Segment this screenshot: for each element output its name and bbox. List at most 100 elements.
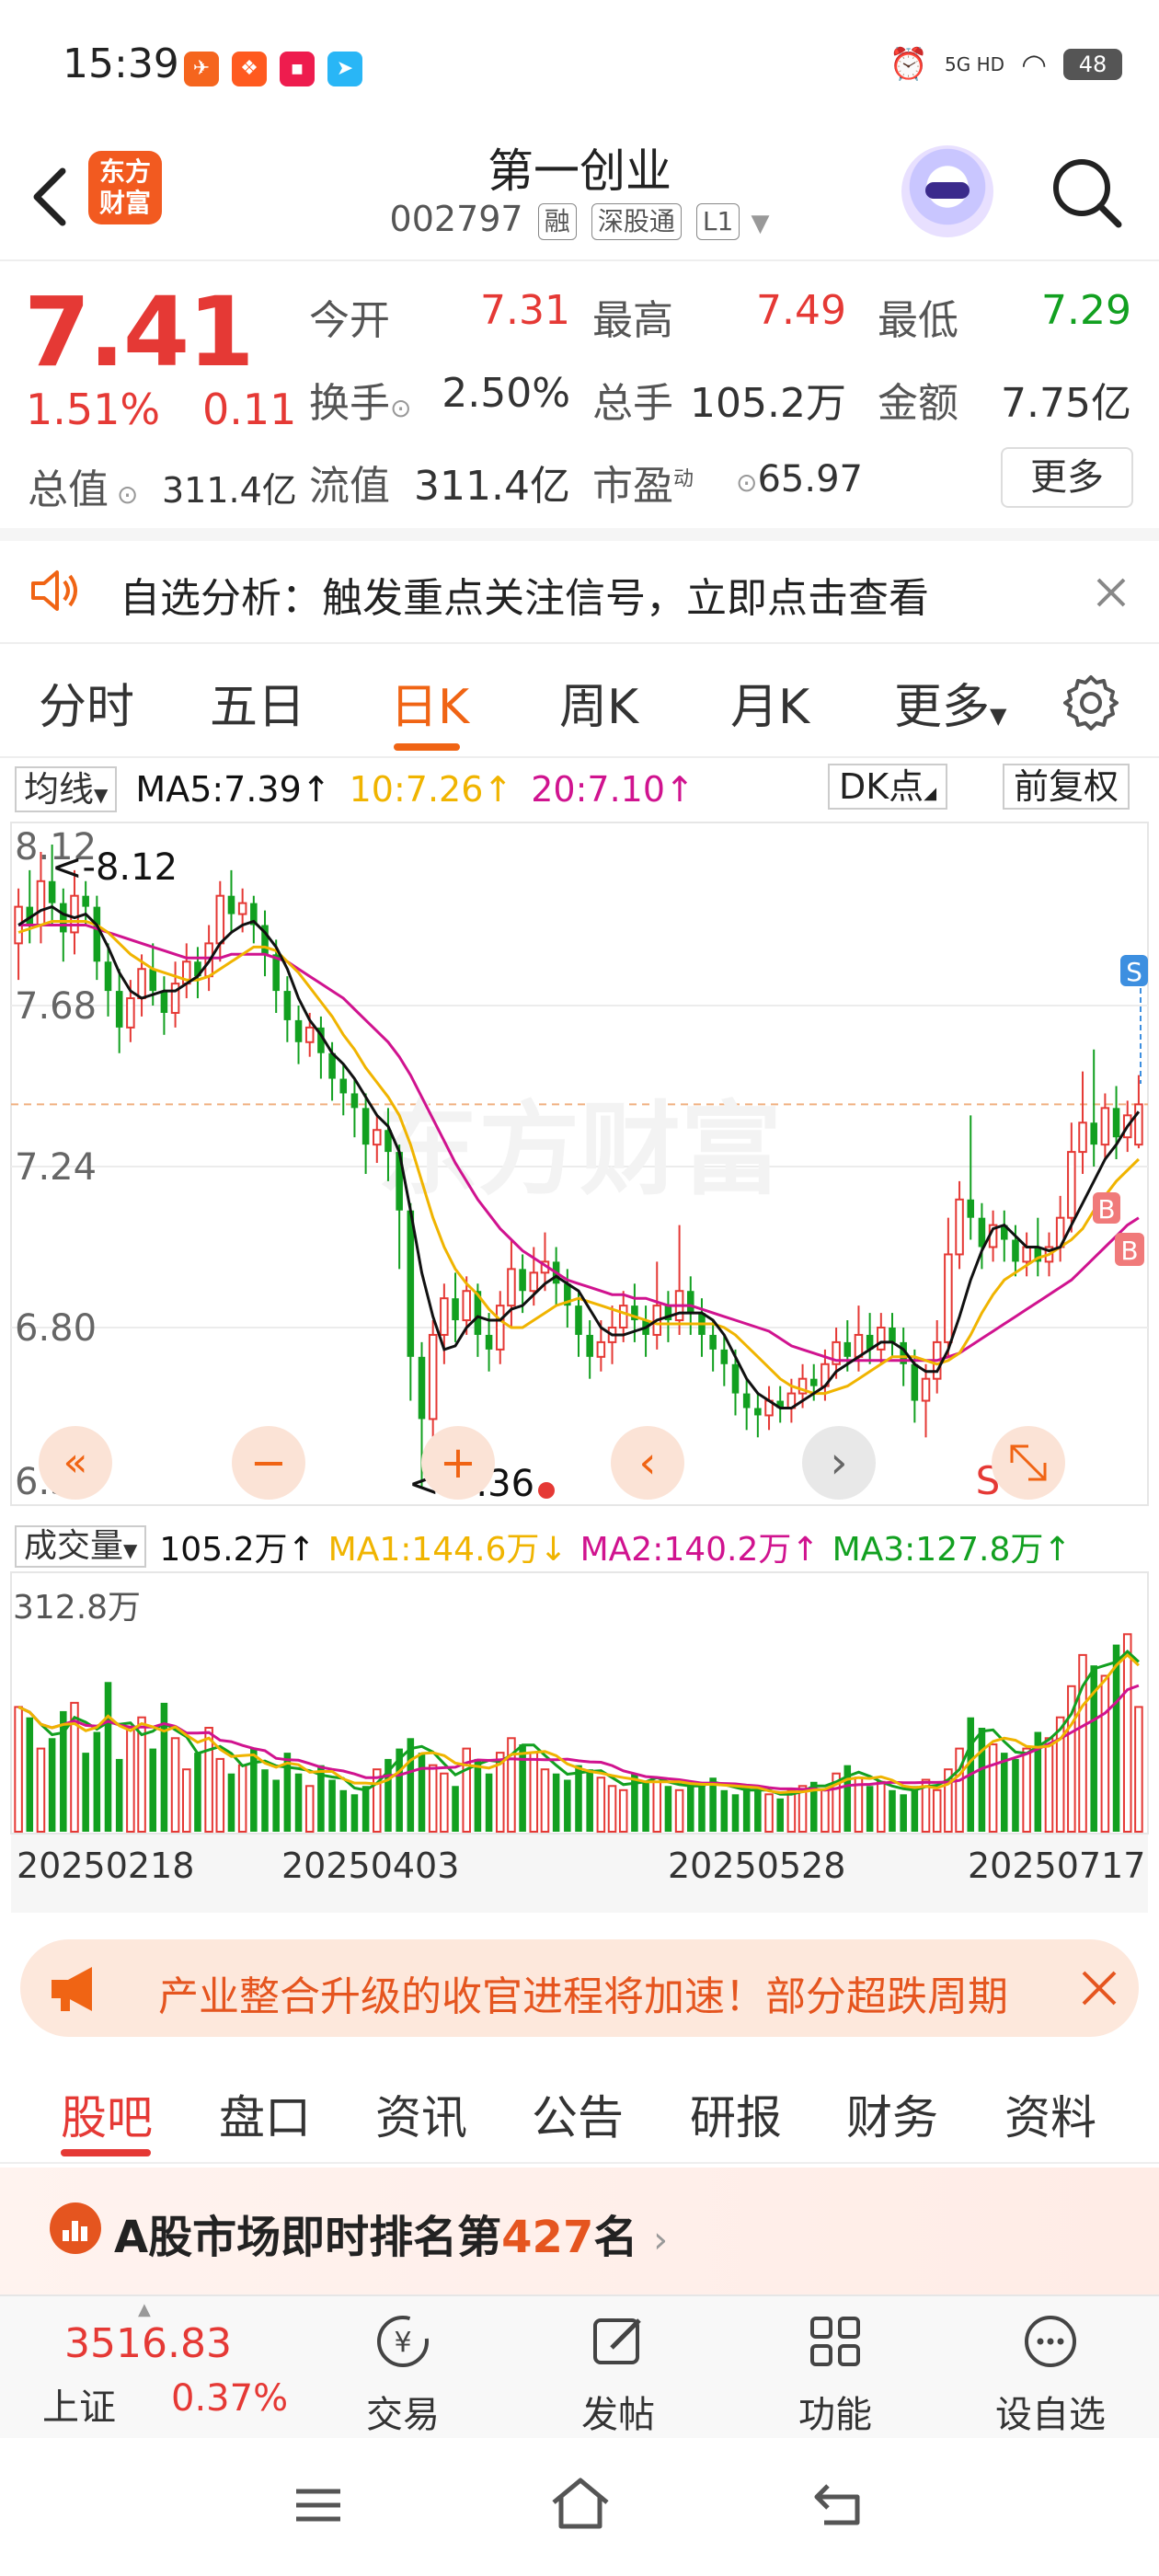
menu-icon[interactable] — [291, 2482, 346, 2528]
watermark-text: 东方财富 — [377, 1091, 782, 1209]
tab-forum[interactable]: 股吧 — [61, 2081, 153, 2147]
post-button[interactable]: 发帖 — [554, 2309, 683, 2438]
add-watchlist-button[interactable]: 设自选 — [986, 2309, 1115, 2438]
total-value: 311.4亿 — [162, 470, 297, 511]
status-time: 15:39 — [63, 40, 179, 87]
watermark: 东方财富 — [377, 1091, 782, 1209]
signal-b2: B — [1115, 1233, 1144, 1266]
scroll-left-fast-button[interactable]: « — [39, 1426, 112, 1500]
alert-bar[interactable]: 自选分析：触发重点关注信号，立即点击查看 — [0, 541, 1159, 642]
volume-row: 成交量▼ 105.2万↑ MA1:144.6万↓ MA2:140.2万↑ MA3… — [15, 1524, 1072, 1570]
tab-announcements[interactable]: 公告 — [532, 2081, 624, 2147]
volume-bar — [328, 1779, 336, 1832]
amount-label: 金额 — [878, 380, 958, 427]
volume-selector-label: 成交量 — [24, 1527, 124, 1565]
candle-body — [304, 1026, 315, 1043]
rank-section[interactable]: A股市场即时排名第427名 › — [0, 2168, 1159, 2296]
tab-monthly-k[interactable]: 月K — [730, 668, 809, 737]
candle-body — [843, 1341, 852, 1357]
volume-bar — [294, 1773, 303, 1832]
info-icon[interactable]: ⊙ — [736, 467, 757, 498]
info-icon[interactable]: ⊙ — [390, 393, 411, 423]
zoom-in-button[interactable]: + — [421, 1426, 495, 1500]
promo-banner[interactable]: 产业整合升级的收官进程将加速！部分超跌周期 — [20, 1939, 1139, 2037]
dropdown-caret-icon[interactable]: ▼ — [751, 210, 769, 237]
low-label: 最低 — [878, 297, 958, 344]
total-value-label-text: 总值 — [28, 466, 109, 513]
alert-text[interactable]: 自选分析：触发重点关注信号，立即点击查看 — [120, 565, 929, 624]
volume-bar — [552, 1773, 560, 1832]
dropdown-caret-icon: ▼ — [123, 1539, 138, 1561]
trade-button[interactable]: ¥ 交易 — [339, 2309, 467, 2438]
candle-body — [237, 902, 247, 915]
index-percent[interactable]: 0.37% — [171, 2377, 288, 2420]
candle-body — [687, 1291, 694, 1314]
dk-point-button[interactable]: DK点◢ — [828, 764, 948, 810]
bottom-toolbar: ▲ 3516.83 上证 0.37% ¥ 交易 发帖 功能 设自选 — [0, 2294, 1159, 2438]
candle-body — [36, 880, 46, 926]
ai-robot-avatar[interactable] — [901, 145, 993, 237]
tab-more[interactable]: 更多▼ — [894, 668, 1006, 737]
tab-daily-k[interactable]: 日K — [390, 668, 469, 737]
tab-intraday[interactable]: 分时 — [39, 668, 134, 737]
volume-bar — [204, 1727, 213, 1833]
amount-value: 7.75亿 — [1001, 380, 1131, 427]
volume-value-text: 105.2万 — [159, 1531, 288, 1569]
candle-body — [418, 1356, 426, 1420]
tab-weekly-k[interactable]: 周K — [559, 668, 638, 737]
gear-icon[interactable] — [1058, 670, 1124, 736]
tab-orderbook[interactable]: 盘口 — [219, 2081, 311, 2147]
search-icon[interactable] — [1045, 151, 1126, 232]
system-nav-bar — [0, 2438, 1159, 2576]
candle-body — [955, 1198, 964, 1256]
rank-text[interactable]: A股市场即时排名第427名 › — [114, 2201, 668, 2265]
candle-body — [1078, 1121, 1087, 1154]
signal-s-text: S — [1126, 957, 1142, 987]
pe-label-text: 市盈 — [592, 463, 673, 510]
index-value[interactable]: 3516.83 — [64, 2320, 232, 2367]
tab-news[interactable]: 资讯 — [375, 2081, 467, 2147]
home-icon[interactable] — [548, 2475, 613, 2532]
tab-five-day[interactable]: 五日 — [210, 668, 305, 737]
price-adjust-button[interactable]: 前复权 — [1003, 764, 1130, 810]
tag-level: L1 — [695, 202, 740, 240]
dk-point-label: DK点 — [839, 766, 924, 807]
zoom-out-button[interactable]: − — [232, 1426, 305, 1500]
change-amount: 0.11 — [202, 385, 297, 434]
divider — [0, 642, 1159, 644]
rank-suffix: 名 — [593, 2212, 638, 2263]
volume-selector[interactable]: 成交量▼ — [15, 1525, 147, 1568]
index-name[interactable]: 上证 — [42, 2377, 116, 2431]
stock-code: 002797 — [389, 199, 523, 239]
volume-bar — [170, 1737, 180, 1833]
volume-bar — [36, 1747, 46, 1834]
scroll-left-button[interactable]: ‹ — [611, 1426, 684, 1500]
indicator-selector[interactable]: 均线▼ — [15, 766, 118, 812]
bar-chart-glyph — [63, 2221, 87, 2241]
fullscreen-button[interactable] — [992, 1426, 1065, 1500]
tab-profile[interactable]: 资料 — [1004, 2081, 1096, 2147]
tab-research[interactable]: 研报 — [690, 2081, 782, 2147]
info-icon[interactable]: ⊙ — [109, 479, 138, 510]
candle-body — [519, 1269, 526, 1292]
candlestick-chart[interactable]: 东方财富 8.127.687.246.806.36 <-8.12 <-6.36 … — [0, 817, 1159, 1516]
pe-label: 市盈动 — [592, 453, 694, 512]
volume-chart[interactable]: 312.8万 20250218 20250403 20250528 202507… — [0, 1569, 1159, 1918]
vol-ma3-text: MA3:127.8万 — [832, 1531, 1044, 1569]
post-label: 发帖 — [581, 2394, 655, 2436]
pe-value: ⊙65.97 — [736, 458, 863, 500]
wifi-icon: ◠ — [1021, 47, 1047, 82]
functions-button[interactable]: 功能 — [771, 2309, 900, 2438]
scroll-right-button[interactable]: › — [802, 1426, 876, 1500]
volume-bar — [731, 1794, 740, 1832]
volume-bar — [361, 1786, 370, 1832]
back-nav-icon[interactable] — [809, 2478, 868, 2530]
vol-ma3: MA3:127.8万↑ — [832, 1531, 1072, 1569]
promo-text[interactable]: 产业整合升级的收官进程将加速！部分超跌周期 — [158, 1963, 1060, 2022]
close-icon[interactable] — [1078, 1967, 1120, 2009]
close-icon[interactable] — [1085, 567, 1137, 618]
notif-app-icon: ✈ — [184, 52, 219, 86]
active-tab-indicator — [394, 743, 460, 751]
tab-financials[interactable]: 财务 — [846, 2081, 938, 2147]
more-button[interactable]: 更多 — [1001, 447, 1133, 508]
